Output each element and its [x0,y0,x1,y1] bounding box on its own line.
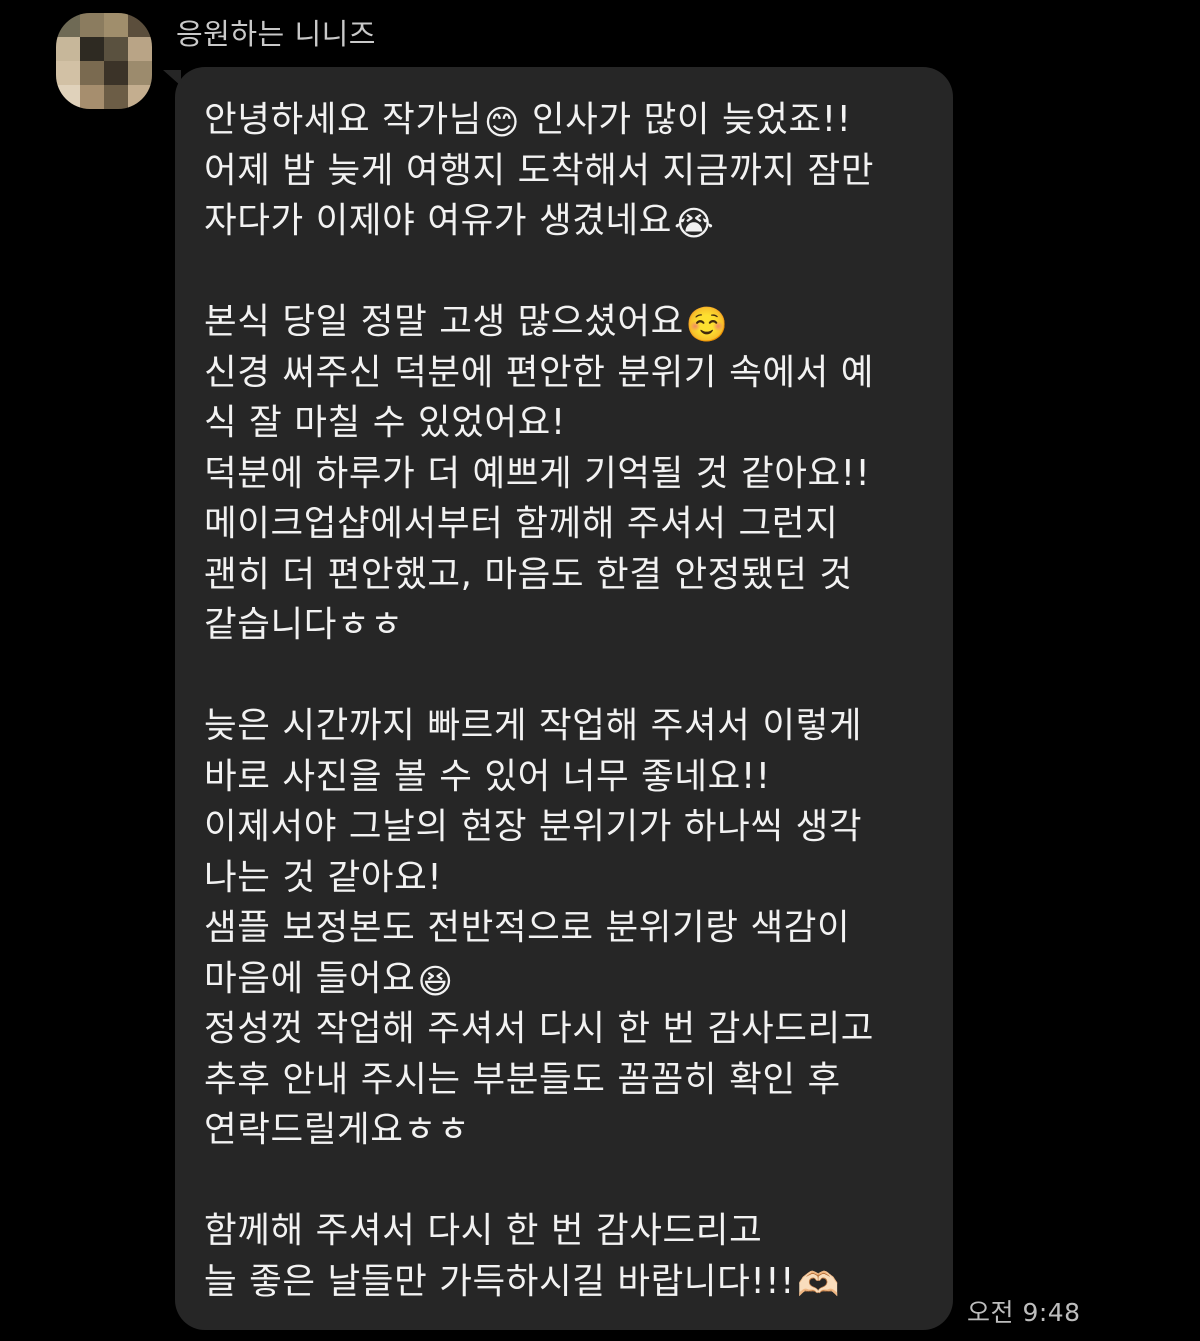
message-line-text: 연락드릴게요ㅎㅎ [204,1109,471,1150]
emoji-icon: 😊 [483,103,521,143]
emoji-icon: 🫶🏻 [796,1264,840,1305]
message-line-text: 신경 써주신 덕분에 편안한 분위기 속에서 예 [204,351,874,393]
message-line-text: 샘플 보정본도 전반적으로 분위기랑 색감이 [204,907,851,948]
message-bubble[interactable]: 안녕하세요 작가님😊 인사가 많이 늦었죠!! 어제 밤 늦게 여행지 도착해서 … [175,67,953,1330]
message-line: 같습니다ㅎㅎ [204,600,933,651]
message-line-text: 덕분에 하루가 더 예쁘게 기억될 것 같아요!! [204,452,871,494]
message-line-text: 나는 것 같아요! [204,856,443,898]
message-line-text: 식 잘 마칠 수 있었어요! [204,402,566,443]
message-line: 자다가 이제야 여유가 생겼네요😭 [204,196,933,247]
message-line-text: 추후 안내 주시는 부분들도 꼼꼼히 확인 후 [204,1058,841,1100]
avatar-pixel [56,85,80,109]
message-line-text: 인사가 많이 늦었죠!! [520,99,852,140]
avatar-pixel [56,61,80,85]
message-line: 본식 당일 정말 고생 많으셨어요☺️ [204,297,933,348]
message-line-text: 함께해 주셔서 다시 한 번 감사드리고 [204,1210,763,1251]
message-text: 안녕하세요 작가님😊 인사가 많이 늦었죠!! 어제 밤 늦게 여행지 도착해서 … [204,95,933,1307]
avatar-pixel [80,13,104,37]
message-line-text: 안녕하세요 작가님 [204,99,482,140]
sender-name: 응원하는 니니즈 [176,17,376,51]
message-line: 늦은 시간까지 빠르게 작업해 주셔서 이렇게 [204,701,933,752]
avatar-pixel [104,61,128,85]
message-line-text: 자다가 이제야 여유가 생겼네요 [204,200,673,241]
message-line: 늘 좋은 날들만 가득하시길 바랍니다!!!🫶🏻 [204,1257,933,1308]
message-line: 추후 안내 주시는 부분들도 꼼꼼히 확인 후 [204,1055,933,1106]
message-line: 함께해 주셔서 다시 한 번 감사드리고 [204,1206,933,1257]
message-line: 덕분에 하루가 더 예쁘게 기억될 것 같아요!! [204,449,933,500]
message-line-text: 바로 사진을 볼 수 있어 너무 좋네요!! [204,755,771,797]
message-line-text: 정성껏 작업해 주셔서 다시 한 번 감사드리고 [204,1008,874,1049]
avatar-pixel [104,85,128,109]
avatar-pixel [104,13,128,37]
message-line-text: 괜히 더 편안했고, 마음도 한결 안정됐던 것 [204,553,853,595]
message-line-text: 이제서야 그날의 현장 분위기가 하나씩 생각 [204,806,863,847]
avatar-pixel [80,37,104,61]
message-line: 식 잘 마칠 수 있었어요! [204,398,933,449]
avatar-pixel [56,13,80,37]
emoji-icon: 😆 [417,961,454,1002]
message-line: 괜히 더 편안했고, 마음도 한결 안정됐던 것 [204,550,933,601]
message-line-text: 같습니다ㅎㅎ [204,604,404,645]
message-line-text: 늘 좋은 날들만 가득하시길 바랍니다!!! [204,1260,795,1302]
message-line: 메이크업샵에서부터 함께해 주셔서 그런지 [204,499,933,550]
message-line: 정성껏 작업해 주셔서 다시 한 번 감사드리고 [204,1004,933,1055]
message-line-text: 늦은 시간까지 빠르게 작업해 주셔서 이렇게 [204,705,863,746]
message-line-text: 메이크업샵에서부터 함께해 주셔서 그런지 [204,503,839,544]
message-line: 이제서야 그날의 현장 분위기가 하나씩 생각 [204,802,933,853]
message-line: 어제 밤 늦게 여행지 도착해서 지금까지 잠만 [204,146,933,197]
message-timestamp: 오전 9:48 [967,1298,1081,1327]
avatar-pixel [104,37,128,61]
avatar-pixel [56,37,80,61]
message-line: 샘플 보정본도 전반적으로 분위기랑 색감이 [204,903,933,954]
avatar-pixel [128,13,152,37]
avatar-pixel [128,61,152,85]
emoji-icon: 😭 [674,204,715,244]
emoji-icon: ☺️ [685,305,729,345]
message-line-text: 마음에 들어요 [204,957,416,999]
message-line: 연락드릴게요ㅎㅎ [204,1105,933,1156]
avatar-pixel [128,37,152,61]
avatar-pixel [80,61,104,85]
message-line-text: 본식 당일 정말 고생 많으셨어요 [204,301,684,342]
message-line-text: 어제 밤 늦게 여행지 도착해서 지금까지 잠만 [204,149,874,191]
message-line: 마음에 들어요😆 [204,954,933,1005]
message-line: 바로 사진을 볼 수 있어 너무 좋네요!! [204,752,933,803]
message-line: 신경 써주신 덕분에 편안한 분위기 속에서 예 [204,348,933,399]
message-line: 안녕하세요 작가님😊 인사가 많이 늦었죠!! [204,95,933,146]
message-line: 나는 것 같아요! [204,853,933,904]
avatar[interactable] [56,13,152,109]
avatar-pixel [128,85,152,109]
avatar-pixel [80,85,104,109]
